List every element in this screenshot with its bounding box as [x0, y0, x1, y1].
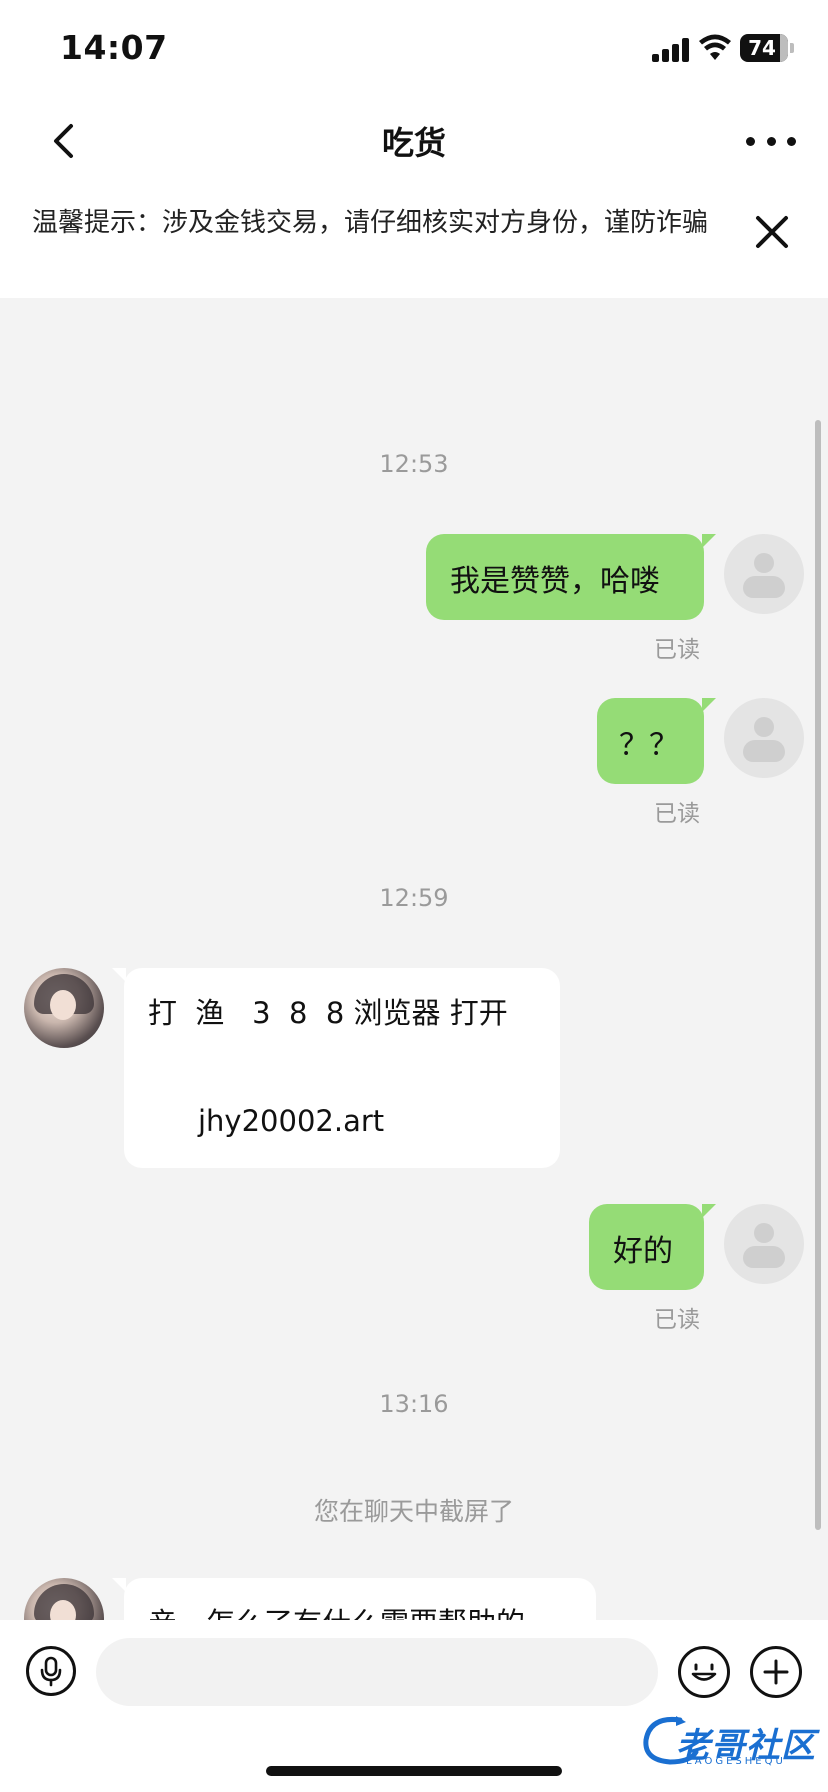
- cellular-signal-icon: [652, 38, 690, 62]
- watermark-logo: 老哥社区 LAOGESHEQU: [640, 1712, 816, 1768]
- incoming-message-bubble[interactable]: 亲，怎么了有什么需要帮助的: [112, 1578, 596, 1620]
- read-status: 已读: [654, 637, 700, 663]
- my-avatar[interactable]: [724, 1204, 804, 1284]
- scrollbar[interactable]: [815, 420, 821, 1530]
- my-avatar[interactable]: [724, 534, 804, 614]
- dot-icon: [766, 136, 776, 146]
- watermark-subtext: LAOGESHEQU: [686, 1756, 786, 1767]
- dot-icon: [746, 136, 755, 146]
- more-options-button[interactable]: [746, 116, 796, 166]
- contact-avatar[interactable]: [24, 968, 104, 1048]
- dot-icon: [787, 136, 796, 146]
- status-time: 14:07: [60, 28, 168, 67]
- chat-message-list[interactable]: 12:53 我是赞赞，哈喽 已读 ？？ 已读 12:59 打 渔 3 8 8 浏…: [0, 298, 828, 1620]
- home-indicator: [266, 1766, 562, 1776]
- battery-level: 74: [748, 36, 776, 60]
- close-icon[interactable]: [748, 208, 796, 256]
- message-input[interactable]: [96, 1638, 658, 1706]
- message-timestamp: 12:59: [379, 884, 449, 912]
- my-avatar[interactable]: [724, 698, 804, 778]
- voice-input-button[interactable]: [26, 1646, 76, 1696]
- wifi-icon: [699, 34, 731, 60]
- message-text: 好的: [613, 1234, 673, 1269]
- status-bar: 14:07 74: [0, 0, 828, 96]
- chat-title: 吃货: [381, 124, 446, 162]
- outgoing-message-bubble[interactable]: 我是赞赞，哈喽: [426, 534, 716, 620]
- smiley-icon: [691, 1663, 717, 1681]
- outgoing-message-bubble[interactable]: ？？: [597, 698, 716, 784]
- message-text: 打 渔 3 8 8 浏览器 打开: [148, 996, 508, 1030]
- fraud-warning-banner: 温馨提示：涉及金钱交易，请仔细核实对方身份，谨防诈骗: [0, 186, 828, 298]
- outgoing-message-bubble[interactable]: 好的: [589, 1204, 716, 1290]
- read-status: 已读: [654, 801, 700, 827]
- read-status: 已读: [654, 1307, 700, 1333]
- screenshot-notice: 您在聊天中截屏了: [313, 1497, 514, 1526]
- fraud-warning-text: 温馨提示：涉及金钱交易，请仔细核实对方身份，谨防诈骗: [32, 208, 709, 238]
- battery-icon: 74: [740, 34, 788, 62]
- message-timestamp: 13:16: [379, 1390, 449, 1418]
- battery-cap: [790, 43, 794, 53]
- message-link-text: jhy20002.art: [198, 1104, 385, 1138]
- incoming-message-bubble[interactable]: 打 渔 3 8 8 浏览器 打开 jhy20002.art: [112, 968, 560, 1168]
- message-text: 我是赞赞，哈喽: [450, 564, 660, 599]
- nav-bar: 吃货: [0, 96, 828, 186]
- contact-avatar[interactable]: [24, 1578, 104, 1620]
- message-timestamp: 12:53: [379, 450, 449, 478]
- microphone-icon: [40, 1656, 62, 1687]
- more-functions-button[interactable]: [750, 1646, 802, 1698]
- emoji-button[interactable]: [678, 1646, 730, 1698]
- plus-icon: [763, 1659, 789, 1685]
- message-text: 亲，怎么了有什么需要帮助的: [148, 1606, 525, 1620]
- message-text: ？？: [619, 728, 679, 763]
